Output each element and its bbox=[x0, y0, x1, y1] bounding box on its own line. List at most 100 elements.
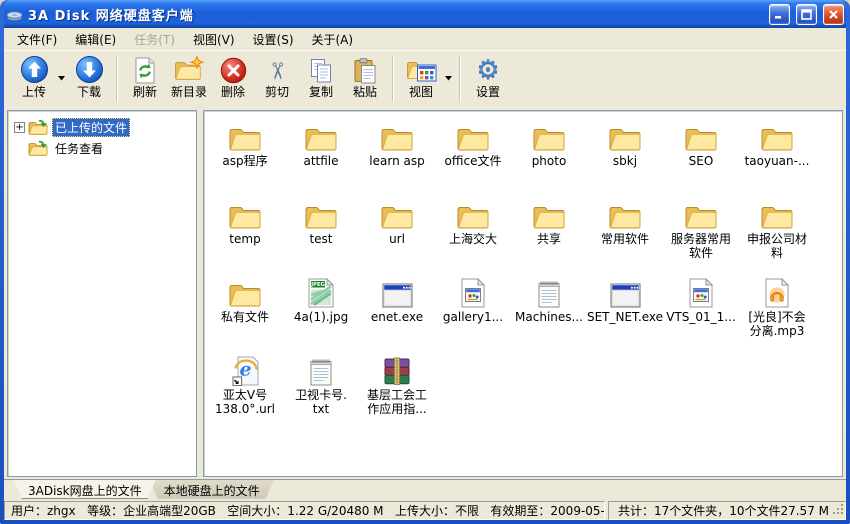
menu-item-edit[interactable]: 编辑(E) bbox=[66, 28, 125, 51]
expander-plus-icon[interactable]: + bbox=[14, 122, 25, 133]
file-item[interactable]: 常用软件 bbox=[587, 195, 663, 273]
maximize-button[interactable] bbox=[796, 4, 817, 25]
file-item[interactable]: SEO bbox=[663, 117, 739, 195]
download-icon bbox=[75, 56, 104, 84]
file-label: 申报公司材 料 bbox=[747, 232, 807, 260]
folder-icon bbox=[760, 195, 794, 230]
mp3-icon bbox=[765, 273, 789, 308]
status-account-info: 用户：zhgx 等级：企业高端型20GB 空间大小：1.22 G/20480 M… bbox=[4, 501, 605, 520]
resize-grip[interactable] bbox=[832, 503, 844, 518]
close-button[interactable] bbox=[823, 4, 844, 25]
app-window: 3A Disk 网络硬盘客户端 文件(F)编辑(E)任务(T)视图(V)设置(S… bbox=[0, 0, 850, 524]
file-item[interactable]: VTS_01_1... bbox=[663, 273, 739, 351]
toolbar-button-settings[interactable]: ⚙设置 bbox=[466, 54, 510, 104]
tab-local[interactable]: 本地硬盘上的文件 bbox=[150, 480, 274, 499]
file-item[interactable]: url bbox=[359, 195, 435, 273]
toolbar-button-download[interactable]: 下载 bbox=[67, 54, 111, 104]
file-label: sbkj bbox=[613, 154, 637, 168]
minimize-button[interactable] bbox=[769, 4, 790, 25]
file-grid: asp程序attfile learn asp office文件 photo sbkj SE… bbox=[204, 111, 842, 429]
tab-remote[interactable]: 3ADisk网盘上的文件 bbox=[14, 480, 156, 499]
folder-icon bbox=[684, 117, 718, 152]
file-item[interactable]: photo bbox=[511, 117, 587, 195]
file-label: enet.exe bbox=[371, 310, 423, 324]
file-label: 上海交大 bbox=[449, 232, 497, 246]
folder-icon bbox=[304, 117, 338, 152]
file-item[interactable]: gallery1... bbox=[435, 273, 511, 351]
file-item[interactable]: 申报公司材 料 bbox=[739, 195, 815, 273]
file-item[interactable]: [光良]不会 分离.mp3 bbox=[739, 273, 815, 351]
toolbar-button-upload[interactable]: 上传 bbox=[12, 54, 56, 104]
file-item[interactable]: JPEG4a(1).jpg bbox=[283, 273, 359, 351]
menu-item-settings[interactable]: 设置(S) bbox=[244, 28, 303, 51]
toolbar-button-cut[interactable]: ✂剪切 bbox=[255, 54, 299, 104]
sidebar-item-uploaded-files[interactable]: +已上传的文件 bbox=[10, 117, 194, 138]
file-item[interactable]: temp bbox=[207, 195, 283, 273]
file-label: url bbox=[389, 232, 405, 246]
file-label: VTS_01_1... bbox=[666, 310, 736, 324]
file-label: learn asp bbox=[369, 154, 424, 168]
svg-text:JPEG: JPEG bbox=[310, 282, 325, 288]
sidebar-item-task-view[interactable]: 任务查看 bbox=[10, 138, 194, 159]
status-summary-text: 共计：17个文件夹，10个文件27.57 M bbox=[618, 502, 829, 519]
file-item[interactable]: 服务器常用 软件 bbox=[663, 195, 739, 273]
toolbar-button-label: 下载 bbox=[77, 86, 101, 99]
file-item[interactable]: SET_NET.exe bbox=[587, 273, 663, 351]
folder-icon bbox=[608, 117, 642, 152]
menu-item-view[interactable]: 视图(V) bbox=[184, 28, 244, 51]
file-item[interactable]: 共享 bbox=[511, 195, 587, 273]
file-item[interactable]: 私有文件 bbox=[207, 273, 283, 351]
folder-icon bbox=[380, 117, 414, 152]
toolbar-button-delete[interactable]: 删除 bbox=[211, 54, 255, 104]
folder-icon bbox=[228, 117, 262, 152]
dropdown-caret-view[interactable] bbox=[443, 54, 454, 104]
toolbar-button-label: 刷新 bbox=[133, 86, 157, 99]
file-item[interactable]: learn asp bbox=[359, 117, 435, 195]
toolbar-button-view[interactable]: 视图 bbox=[399, 54, 443, 104]
file-list-panel: asp程序attfile learn asp office文件 photo sbkj SE… bbox=[203, 110, 843, 477]
title-bar: 3A Disk 网络硬盘客户端 bbox=[4, 0, 846, 28]
file-label: SEO bbox=[689, 154, 714, 168]
rar-icon bbox=[383, 351, 411, 386]
file-item[interactable]: 卫视卡号. txt bbox=[283, 351, 359, 429]
file-item[interactable]: office文件 bbox=[435, 117, 511, 195]
main-content: +已上传的文件任务查看 asp程序attfile learn asp office文… bbox=[4, 108, 846, 479]
toolbar-button-label: 粘贴 bbox=[353, 86, 377, 99]
toolbar-button-new-folder[interactable]: 新目录 bbox=[167, 54, 211, 104]
menu-item-about[interactable]: 关于(A) bbox=[303, 28, 363, 51]
expander-spacer bbox=[14, 143, 25, 154]
file-item[interactable]: test bbox=[283, 195, 359, 273]
file-item[interactable]: 基层工会工 作应用指... bbox=[359, 351, 435, 429]
file-item[interactable]: 上海交大 bbox=[435, 195, 511, 273]
toolbar-button-copy[interactable]: 复制 bbox=[299, 54, 343, 104]
sidebar-tree-panel: +已上传的文件任务查看 bbox=[7, 110, 197, 477]
toolbar-button-refresh[interactable]: 刷新 bbox=[123, 54, 167, 104]
folder-icon bbox=[608, 195, 642, 230]
refresh-icon bbox=[133, 56, 157, 84]
bottom-tab-bar: 3ADisk网盘上的文件本地硬盘上的文件 bbox=[4, 479, 846, 499]
file-item[interactable]: e亚太V号 138.0°.url bbox=[207, 351, 283, 429]
file-label: 私有文件 bbox=[221, 310, 269, 324]
file-label: 共享 bbox=[537, 232, 561, 246]
file-item[interactable]: enet.exe bbox=[359, 273, 435, 351]
file-item[interactable]: attfile bbox=[283, 117, 359, 195]
window-title: 3A Disk 网络硬盘客户端 bbox=[28, 5, 763, 24]
dropdown-caret-upload[interactable] bbox=[56, 54, 67, 104]
menu-bar: 文件(F)编辑(E)任务(T)视图(V)设置(S)关于(A) bbox=[4, 28, 846, 50]
file-item[interactable]: Machines... bbox=[511, 273, 587, 351]
file-label: photo bbox=[532, 154, 567, 168]
toolbar-button-paste[interactable]: 粘贴 bbox=[343, 54, 387, 104]
file-label: [光良]不会 分离.mp3 bbox=[748, 310, 805, 338]
copy-icon bbox=[309, 56, 333, 84]
file-item[interactable]: taoyuan-... bbox=[739, 117, 815, 195]
folder-icon bbox=[304, 195, 338, 230]
file-label: Machines... bbox=[515, 310, 583, 324]
file-item[interactable]: sbkj bbox=[587, 117, 663, 195]
file-item[interactable]: asp程序 bbox=[207, 117, 283, 195]
file-label: test bbox=[309, 232, 332, 246]
menu-item-file[interactable]: 文件(F) bbox=[8, 28, 66, 51]
file-label: office文件 bbox=[445, 154, 502, 168]
folder-icon bbox=[532, 195, 566, 230]
file-label: 亚太V号 138.0°.url bbox=[215, 388, 275, 416]
toolbar-button-label: 设置 bbox=[476, 86, 500, 99]
